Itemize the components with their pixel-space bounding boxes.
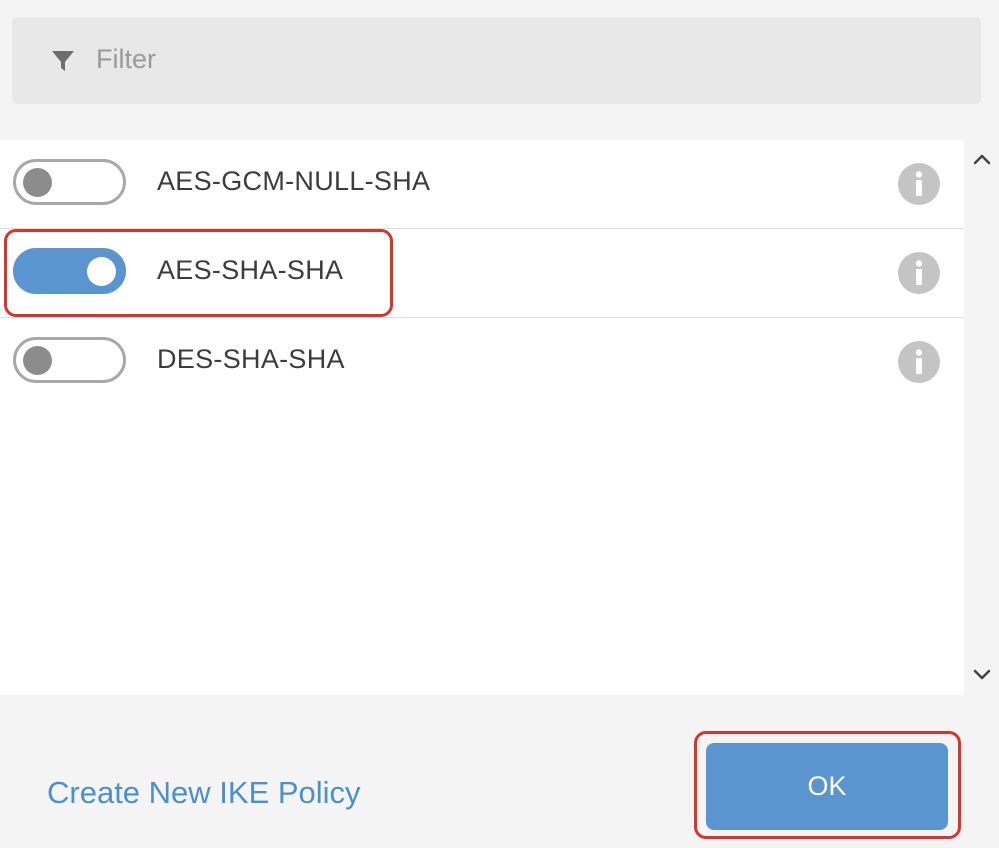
filter-icon [52, 51, 74, 71]
chevron-up-icon[interactable] [972, 152, 992, 166]
chevron-down-icon[interactable] [972, 668, 992, 682]
list-scrollbar[interactable] [964, 140, 999, 695]
policy-list: AES-GCM-NULL-SHA AES-SHA-SHA DES-SHA-SHA [0, 140, 964, 695]
info-icon[interactable] [897, 162, 941, 206]
info-icon[interactable] [897, 340, 941, 384]
ok-button[interactable]: OK [706, 743, 948, 830]
policy-row: DES-SHA-SHA [0, 318, 964, 406]
toggle-knob [87, 257, 116, 286]
info-icon[interactable] [897, 251, 941, 295]
policy-toggle[interactable] [13, 337, 126, 383]
policy-label: AES-SHA-SHA [157, 255, 344, 285]
policy-row: AES-GCM-NULL-SHA [0, 140, 964, 229]
policy-row: AES-SHA-SHA [0, 229, 964, 318]
create-new-ike-policy-link[interactable]: Create New IKE Policy [47, 775, 361, 811]
toggle-knob [23, 346, 52, 375]
filter-input[interactable] [96, 39, 956, 79]
policy-label: DES-SHA-SHA [157, 344, 345, 374]
filter-bar [12, 17, 981, 104]
policy-toggle[interactable] [13, 248, 126, 294]
toggle-knob [23, 168, 52, 197]
policy-label: AES-GCM-NULL-SHA [157, 166, 431, 196]
policy-toggle[interactable] [13, 159, 126, 205]
